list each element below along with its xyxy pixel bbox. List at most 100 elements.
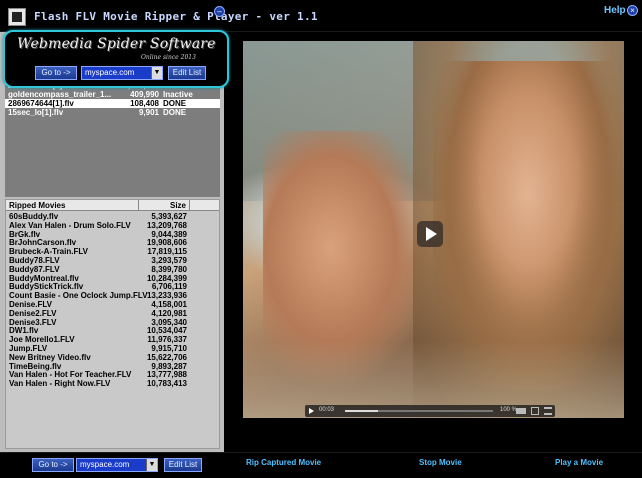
ripped-movie-size: 9,044,389	[151, 229, 187, 239]
ripped-movie-size: 9,893,287	[151, 361, 187, 371]
right-border	[630, 32, 642, 452]
chevron-down-icon[interactable]: ▼	[151, 67, 162, 79]
ripped-movie-name: Count Basie - One Oclock Jump.FLV	[9, 291, 148, 301]
ripped-movie-size: 9,915,710	[151, 344, 187, 353]
ripped-movie-name: New Britney Video.flv	[9, 352, 91, 362]
ripped-movie-name: Denise.FLV	[9, 300, 52, 309]
title-bar: Flash FLV Movie Ripper & Player - ver 1.…	[0, 0, 642, 32]
capture-file-size: 108,408	[130, 99, 159, 108]
capture-file-name: 2869674644[1].flv	[8, 99, 74, 108]
ripped-movie-name: TimeBeing.flv	[9, 361, 62, 371]
ripped-movie-row[interactable]: BuddyMontreal.flv 10,284,399	[6, 274, 219, 283]
ripped-movie-row[interactable]: Denise3.FLV 3,095,340	[6, 318, 219, 327]
play-icon[interactable]	[309, 408, 314, 414]
ripped-movie-name: Van Halen - Hot For Teacher.FLV	[9, 370, 132, 380]
menu-icon[interactable]	[544, 407, 552, 415]
ripped-movie-row[interactable]: DW1.flv 10,534,047	[6, 326, 219, 335]
url-select-value: myspace.com	[80, 460, 130, 469]
capture-row[interactable]: 2869674644[1].flv 108,408 DONE	[5, 99, 220, 108]
bottom-bar: Go to -> myspace.com ▼ Edit List Rip Cap…	[0, 452, 642, 478]
capture-file-name: goldencompass_trailer_1...	[8, 90, 112, 99]
ripped-movie-name: Denise3.FLV	[9, 317, 57, 327]
help-link[interactable]: Help	[604, 5, 626, 16]
goto-button[interactable]: Go to ->	[32, 458, 74, 472]
zoom-level: 100 %	[500, 407, 518, 413]
ripped-movie-row[interactable]: Count Basie - One Oclock Jump.FLV 13,233,…	[6, 291, 219, 300]
capture-list: 2007705053[1].flv13,022,700Previewgolden…	[5, 85, 220, 197]
ripped-movie-size: 10,534,047	[146, 326, 187, 336]
ripped-movie-row[interactable]: Buddy87.FLV 8,399,780	[6, 265, 219, 274]
seek-bar-fill	[345, 410, 378, 412]
stop-movie-link[interactable]: Stop Movie	[419, 458, 462, 467]
ripped-movie-size: 13,233,936	[146, 291, 187, 301]
rip-captured-movie-link[interactable]: Rip Captured Movie	[246, 458, 321, 467]
header-card: Webmedia Spider Software Online since 20…	[3, 30, 229, 88]
ripped-movie-size: 3,293,579	[151, 256, 187, 265]
ripped-movie-row[interactable]: Van Halen - Hot For Teacher.FLV 13,777,98…	[6, 370, 219, 379]
url-select[interactable]: myspace.com ▼	[81, 66, 163, 80]
brand-name: Webmedia Spider Software	[17, 36, 216, 52]
ripped-movie-name: Denise2.FLV	[9, 308, 57, 318]
ripped-movie-row[interactable]: Jump.FLV 9,915,710	[6, 344, 219, 353]
close-icon[interactable]: ×	[627, 5, 638, 16]
ripped-movie-size: 5,393,627	[151, 212, 187, 221]
capture-status: DONE	[163, 99, 187, 108]
video-player[interactable]: 00:03 100 %	[243, 41, 624, 418]
ripped-movie-name: Jump.FLV	[9, 344, 48, 353]
ripped-movie-name: BuddyMontreal.flv	[9, 273, 79, 283]
fullscreen-icon[interactable]	[531, 407, 539, 415]
brand-tagline: Online since 2013	[141, 54, 196, 61]
play-icon[interactable]	[417, 221, 443, 247]
ripped-movie-row[interactable]: Denise.FLV 4,158,001	[6, 300, 219, 309]
ripped-movie-name: BrGk.flv	[9, 229, 41, 239]
capture-file-size: 409,990	[130, 90, 159, 99]
capture-row[interactable]: goldencompass_trailer_1... 409,990 Inactiv…	[5, 90, 220, 99]
ripped-movie-row[interactable]: Van Halen - Right Now.FLV 10,783,413	[6, 379, 219, 388]
chevron-down-icon[interactable]: ▼	[146, 459, 157, 471]
capture-file-size: 9,901	[138, 108, 159, 117]
ripped-movie-size: 3,095,340	[151, 317, 187, 327]
goto-button[interactable]: Go to ->	[35, 66, 77, 80]
ripped-movie-row[interactable]: Joe Morello1.FLV 11,976,337	[6, 335, 219, 344]
ripped-movie-name: BrJohnCarson.flv	[9, 238, 77, 248]
url-select[interactable]: myspace.com ▼	[76, 458, 158, 472]
ripped-movie-size: 8,399,780	[151, 264, 187, 274]
ripped-movie-size: 17,819,115	[147, 247, 187, 257]
ripped-movie-size: 13,777,988	[146, 370, 187, 380]
capture-row[interactable]: 15sec_lo[1].flv 9,901 DONE	[5, 108, 220, 117]
minimize-icon[interactable]: –	[214, 6, 225, 17]
ripped-movie-size: 11,976,337	[147, 335, 187, 345]
play-a-movie-link[interactable]: Play a Movie	[555, 458, 603, 467]
seek-bar[interactable]	[345, 410, 493, 412]
ripped-movie-row[interactable]: Brubeck-A-Train.FLV 17,819,115	[6, 247, 219, 256]
ripped-movie-row[interactable]: TimeBeing.flv 9,893,287	[6, 362, 219, 371]
ripped-movie-name: Buddy87.FLV	[9, 264, 60, 274]
ripped-movies-table: Ripped Movies Size 60sBuddy.flv 5,393,627…	[5, 199, 220, 449]
capture-status: DONE	[163, 108, 187, 117]
column-divider[interactable]	[138, 200, 139, 211]
ripped-movie-row[interactable]: BrJohnCarson.flv 19,908,606	[6, 238, 219, 247]
ripped-movie-row[interactable]: New Britney Video.flv 15,622,706	[6, 353, 219, 362]
ripped-movie-name: Van Halen - Right Now.FLV	[9, 379, 111, 389]
ripped-movie-row[interactable]: Alex Van Halen - Drum Solo.FLV 13,209,768	[6, 221, 219, 230]
video-controls: 00:03 100 %	[305, 405, 555, 417]
volume-icon[interactable]	[516, 408, 526, 414]
ripped-movie-size: 4,120,981	[151, 308, 187, 318]
ripped-movie-row[interactable]: Denise2.FLV 4,120,981	[6, 309, 219, 318]
ripped-movie-name: Buddy78.FLV	[9, 256, 60, 265]
url-select-value: myspace.com	[85, 68, 135, 77]
ripped-movie-size: 10,783,413	[146, 379, 187, 389]
ripped-movie-row[interactable]: Buddy78.FLV 3,293,579	[6, 256, 219, 265]
ripped-movie-row[interactable]: BrGk.flv 9,044,389	[6, 230, 219, 239]
edit-list-button[interactable]: Edit List	[168, 66, 206, 80]
col-header-name[interactable]: Ripped Movies	[9, 200, 65, 211]
ripped-movie-name: Joe Morello1.FLV	[9, 335, 75, 345]
window-title: Flash FLV Movie Ripper & Player - ver 1.…	[34, 10, 318, 23]
ripped-movie-name: Alex Van Halen - Drum Solo.FLV	[9, 220, 131, 230]
edit-list-button[interactable]: Edit List	[164, 458, 202, 472]
col-header-size[interactable]: Size	[170, 200, 186, 211]
column-divider[interactable]	[189, 200, 190, 211]
ripped-movie-size: 6,706,119	[151, 282, 187, 292]
ripped-movie-row[interactable]: BuddyStickTrick.flv 6,706,119	[6, 282, 219, 291]
ripped-movie-row[interactable]: 60sBuddy.flv 5,393,627	[6, 212, 219, 221]
